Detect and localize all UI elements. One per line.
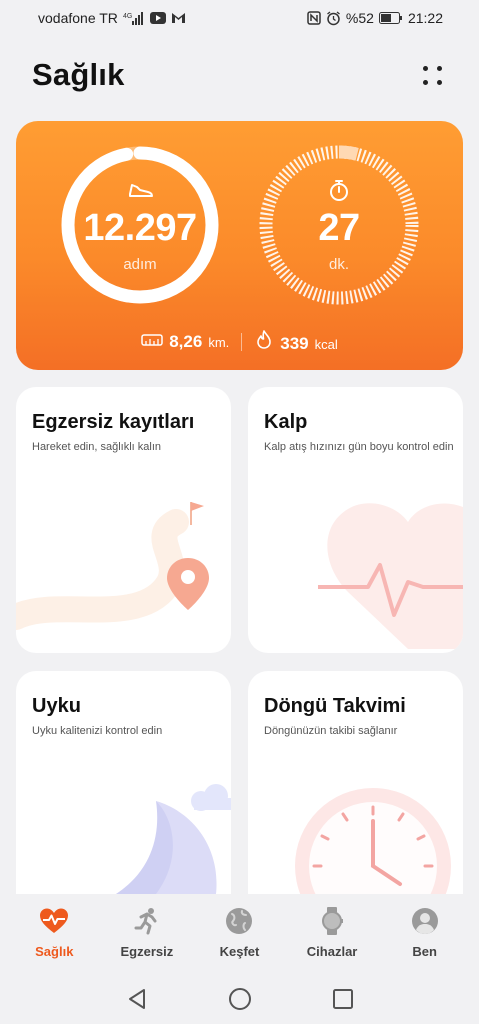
nav-item-health[interactable]: Sağlık xyxy=(9,894,99,959)
carrier-label: vodafone TR xyxy=(38,10,118,26)
cycle-card-subtitle: Döngünüzün takibi sağlanır xyxy=(264,725,398,737)
steps-unit: adım xyxy=(123,256,157,273)
dot-icon xyxy=(422,65,428,71)
stopwatch-icon xyxy=(330,180,348,201)
nav-item-exercise[interactable]: Egzersiz xyxy=(102,894,192,959)
home-icon[interactable] xyxy=(228,987,252,1011)
minutes-unit: dk. xyxy=(328,256,349,273)
recents-icon[interactable] xyxy=(332,988,354,1010)
svg-text:4G: 4G xyxy=(123,13,132,20)
battery-icon xyxy=(378,12,403,24)
heart-card[interactable]: Kalp Kalp atış hızınızı gün boyu kontrol… xyxy=(248,387,463,653)
signal-icon: 4G xyxy=(123,11,145,25)
exercise-card-title: Egzersiz kayıtları xyxy=(32,411,195,433)
nav-label-health: Sağlık xyxy=(35,944,74,959)
bottom-navigation: Sağlık Egzersiz Keşfet Cihazlar Ben xyxy=(0,894,479,974)
shoe-icon xyxy=(129,184,153,197)
distance-stat: 8,26 km. xyxy=(141,332,229,352)
calories-unit: kcal xyxy=(314,337,338,352)
calories-stat: 339 kcal xyxy=(254,329,338,354)
page-title: Sağlık xyxy=(32,57,125,92)
user-icon xyxy=(410,906,440,936)
calories-value: 339 xyxy=(280,334,309,353)
sleep-card[interactable]: Uyku Uyku kalitenizi kontrol edin xyxy=(16,671,231,894)
nav-item-me[interactable]: Ben xyxy=(380,894,470,959)
heart-card-subtitle: Kalp atış hızınızı gün boyu kontrol edin xyxy=(264,441,454,453)
clock: 21:22 xyxy=(407,10,443,26)
nav-item-explore[interactable]: Keşfet xyxy=(194,894,284,959)
distance-value: 8,26 xyxy=(169,331,203,351)
sleep-card-subtitle: Uyku kalitenizi kontrol edin xyxy=(32,725,163,737)
battery-percent: %52 xyxy=(345,10,374,26)
system-navigation-bar xyxy=(0,974,479,1024)
dot-icon xyxy=(436,79,442,85)
nav-label-me: Ben xyxy=(412,944,437,959)
flame-icon xyxy=(257,330,272,349)
activity-footer: 8,26 km. 339 kcal xyxy=(16,329,463,354)
nav-item-devices[interactable]: Cihazlar xyxy=(287,894,377,959)
exercise-card-subtitle: Hareket edin, sağlıklı kalın xyxy=(32,441,162,453)
cycle-calendar-card[interactable]: Döngü Takvimi Döngünüzün takibi sağlanır xyxy=(248,671,463,894)
dot-icon xyxy=(422,79,428,85)
nfc-icon xyxy=(307,11,321,25)
cycle-card-title: Döngü Takvimi xyxy=(264,695,406,717)
nav-label-devices: Cihazlar xyxy=(306,944,358,959)
more-options-button[interactable] xyxy=(417,60,447,90)
status-bar: vodafone TR 4G %52 21:22 xyxy=(0,0,479,36)
heart-card-title: Kalp xyxy=(264,411,308,433)
ruler-icon xyxy=(141,333,163,346)
youtube-icon xyxy=(149,12,166,24)
running-icon xyxy=(132,906,162,936)
minutes-value: 27 xyxy=(318,207,360,249)
heart-pulse-icon xyxy=(39,906,69,936)
nav-label-explore: Keşfet xyxy=(219,944,260,959)
dot-icon xyxy=(436,65,442,71)
nav-label-exercise: Egzersiz xyxy=(120,944,174,959)
header: Sağlık xyxy=(32,52,447,98)
steps-value: 12.297 xyxy=(83,207,197,249)
divider xyxy=(241,332,243,351)
watch-icon xyxy=(317,906,347,936)
alarm-icon xyxy=(326,10,341,26)
exercise-records-card[interactable]: Egzersiz kayıtları Hareket edin, sağlıkl… xyxy=(16,387,231,653)
sleep-card-title: Uyku xyxy=(32,695,81,717)
activity-summary-card[interactable]: 12.297 adım 27 dk. 8,26 km. 339 kcal xyxy=(16,121,463,370)
distance-unit: km. xyxy=(208,334,230,350)
back-icon[interactable] xyxy=(126,988,148,1010)
gmail-icon xyxy=(171,12,186,24)
globe-icon xyxy=(224,906,254,936)
